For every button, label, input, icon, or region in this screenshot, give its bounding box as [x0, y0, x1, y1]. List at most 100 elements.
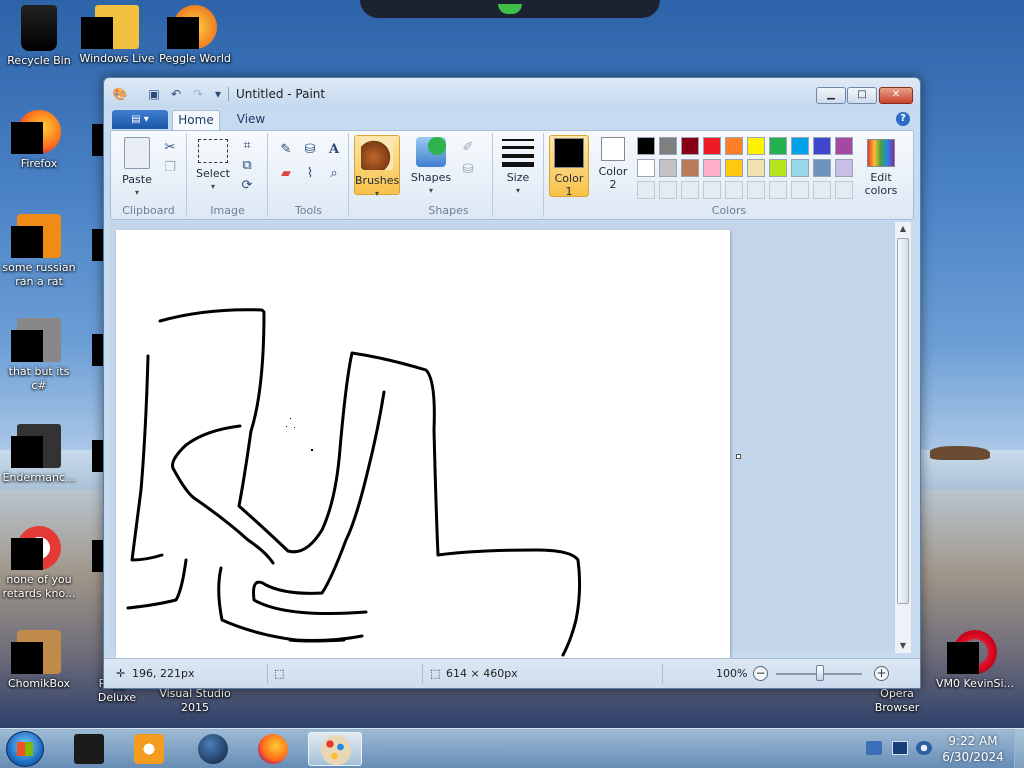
desktop-icon-partial-5[interactable]	[78, 536, 104, 583]
palette-swatch[interactable]	[835, 159, 853, 177]
color2-button[interactable]: Color 2	[593, 137, 633, 191]
eraser-icon[interactable]: ▰	[277, 165, 295, 183]
customize-qat-icon[interactable]: ▾	[210, 87, 226, 101]
show-desktop-button[interactable]	[1014, 729, 1024, 768]
palette-swatch[interactable]	[769, 159, 787, 177]
desktop-icon-vm0[interactable]: VM0 KevinSi...	[936, 630, 1014, 691]
desktop-icon-partial-2[interactable]	[78, 225, 104, 272]
drawing-canvas[interactable]	[116, 230, 730, 661]
edit-colors-button[interactable]: Edit colors	[859, 139, 903, 197]
scroll-down-arrow-icon[interactable]: ▼	[895, 639, 911, 653]
palette-swatch[interactable]	[681, 159, 699, 177]
desktop-icon-none-of-you[interactable]: none of you retards kno...	[0, 526, 78, 601]
resize-icon[interactable]: ⧉	[238, 157, 256, 175]
palette-swatch[interactable]	[659, 137, 677, 155]
desktop-icon-partial-3[interactable]	[78, 330, 104, 377]
palette-swatch[interactable]	[813, 137, 831, 155]
pencil-icon[interactable]: ✎	[277, 141, 295, 159]
outline-icon[interactable]: ✐	[459, 139, 477, 157]
palette-swatch[interactable]	[703, 159, 721, 177]
tray-volume-icon[interactable]	[916, 741, 932, 755]
rotate-icon[interactable]: ⟳	[238, 177, 256, 195]
palette-swatch[interactable]	[791, 137, 809, 155]
taskbar-media-player[interactable]	[122, 732, 176, 766]
zoom-slider-thumb[interactable]	[816, 665, 824, 681]
text-icon[interactable]: A	[325, 141, 343, 159]
palette-swatch[interactable]	[747, 159, 765, 177]
palette-swatch[interactable]	[637, 181, 655, 199]
scrollbar-thumb[interactable]	[897, 238, 909, 604]
tab-home[interactable]: Home	[172, 110, 220, 130]
color1-button[interactable]: Color 1	[549, 135, 589, 198]
close-button[interactable]: ✕	[879, 87, 913, 104]
palette-swatch[interactable]	[637, 137, 655, 155]
taskbar-paint[interactable]	[308, 732, 362, 766]
magnifier-icon[interactable]: ⌕	[325, 165, 343, 183]
palette-swatch[interactable]	[703, 137, 721, 155]
title-bar[interactable]: 🎨 ▣ ↶ ↷ ▾ Untitled - Paint ▁ □ ✕	[104, 78, 920, 108]
palette-swatch[interactable]	[813, 181, 831, 199]
paint-window[interactable]: 🎨 ▣ ↶ ↷ ▾ Untitled - Paint ▁ □ ✕ ▤ ▾ Hom…	[103, 77, 921, 689]
file-menu-button[interactable]: ▤ ▾	[112, 110, 168, 129]
palette-swatch[interactable]	[659, 181, 677, 199]
redo-icon[interactable]: ↷	[190, 87, 206, 101]
zoom-out-button[interactable]: −	[753, 666, 768, 681]
taskbar-clock[interactable]: 9:22 AM 6/30/2024	[938, 733, 1008, 765]
taskbar-globe[interactable]	[186, 732, 240, 766]
palette-swatch[interactable]	[769, 137, 787, 155]
palette-swatch[interactable]	[659, 159, 677, 177]
cut-icon[interactable]: ✂	[161, 139, 179, 157]
help-icon[interactable]: ?	[896, 112, 910, 126]
desktop-icon-chomikbox[interactable]: ChomikBox	[0, 630, 78, 691]
start-button[interactable]	[6, 731, 44, 767]
palette-swatch[interactable]	[637, 159, 655, 177]
palette-swatch[interactable]	[835, 181, 853, 199]
scroll-up-arrow-icon[interactable]: ▲	[895, 222, 911, 236]
palette-swatch[interactable]	[791, 181, 809, 199]
palette-swatch[interactable]	[725, 181, 743, 199]
minimize-button[interactable]: ▁	[816, 87, 846, 104]
desktop-icon-recycle-bin[interactable]: Recycle Bin	[0, 5, 78, 68]
desktop-icon-partial-4[interactable]	[78, 436, 104, 483]
save-icon[interactable]: ▣	[146, 87, 162, 101]
canvas-resize-handle[interactable]	[736, 454, 741, 459]
paint-app-icon[interactable]: 🎨	[112, 87, 128, 101]
desktop-icon-partial-1[interactable]	[78, 120, 104, 167]
brushes-button[interactable]: Brushes ▾	[354, 135, 400, 198]
color-picker-icon[interactable]: ⌇	[301, 165, 319, 183]
desktop-icon-firefox[interactable]: Firefox	[0, 110, 78, 171]
shapes-button[interactable]: Shapes ▾	[409, 137, 453, 197]
palette-swatch[interactable]	[835, 137, 853, 155]
desktop-icon-peggle-world[interactable]: Peggle World	[156, 5, 234, 66]
palette-swatch[interactable]	[725, 137, 743, 155]
size-button[interactable]: Size ▾	[498, 139, 538, 197]
desktop-icon-windows-live[interactable]: Windows Live	[78, 5, 156, 66]
zoom-in-button[interactable]: +	[874, 666, 889, 681]
tray-display-icon[interactable]	[892, 741, 908, 755]
desktop-icon-that-but-its-csharp[interactable]: that but its c#	[0, 318, 78, 393]
palette-swatch[interactable]	[747, 137, 765, 155]
palette-swatch[interactable]	[725, 159, 743, 177]
palette-swatch[interactable]	[769, 181, 787, 199]
palette-swatch[interactable]	[747, 181, 765, 199]
palette-swatch[interactable]	[813, 159, 831, 177]
palette-swatch[interactable]	[703, 181, 721, 199]
undo-icon[interactable]: ↶	[168, 87, 184, 101]
fill-icon[interactable]: ⛁	[301, 141, 319, 159]
paste-button[interactable]: Paste ▾	[117, 137, 157, 199]
taskbar-app-1[interactable]	[62, 732, 116, 766]
palette-swatch[interactable]	[681, 181, 699, 199]
desktop-icon-some-russian[interactable]: some russian ran a rat	[0, 214, 78, 289]
taskbar-firefox[interactable]	[246, 732, 300, 766]
shape-fill-icon[interactable]: ⛁	[459, 161, 477, 179]
vertical-scrollbar[interactable]: ▲ ▼	[894, 222, 911, 653]
desktop-icon-endermanch[interactable]: Endermanc...	[0, 424, 78, 485]
palette-swatch[interactable]	[791, 159, 809, 177]
tray-network-icon[interactable]	[866, 741, 882, 755]
tab-view[interactable]: View	[228, 110, 274, 130]
maximize-button[interactable]: □	[847, 87, 877, 104]
select-button[interactable]: Select ▾	[192, 139, 234, 193]
crop-icon[interactable]: ⌗	[238, 137, 256, 155]
copy-icon[interactable]: ❐	[161, 159, 179, 177]
palette-swatch[interactable]	[681, 137, 699, 155]
